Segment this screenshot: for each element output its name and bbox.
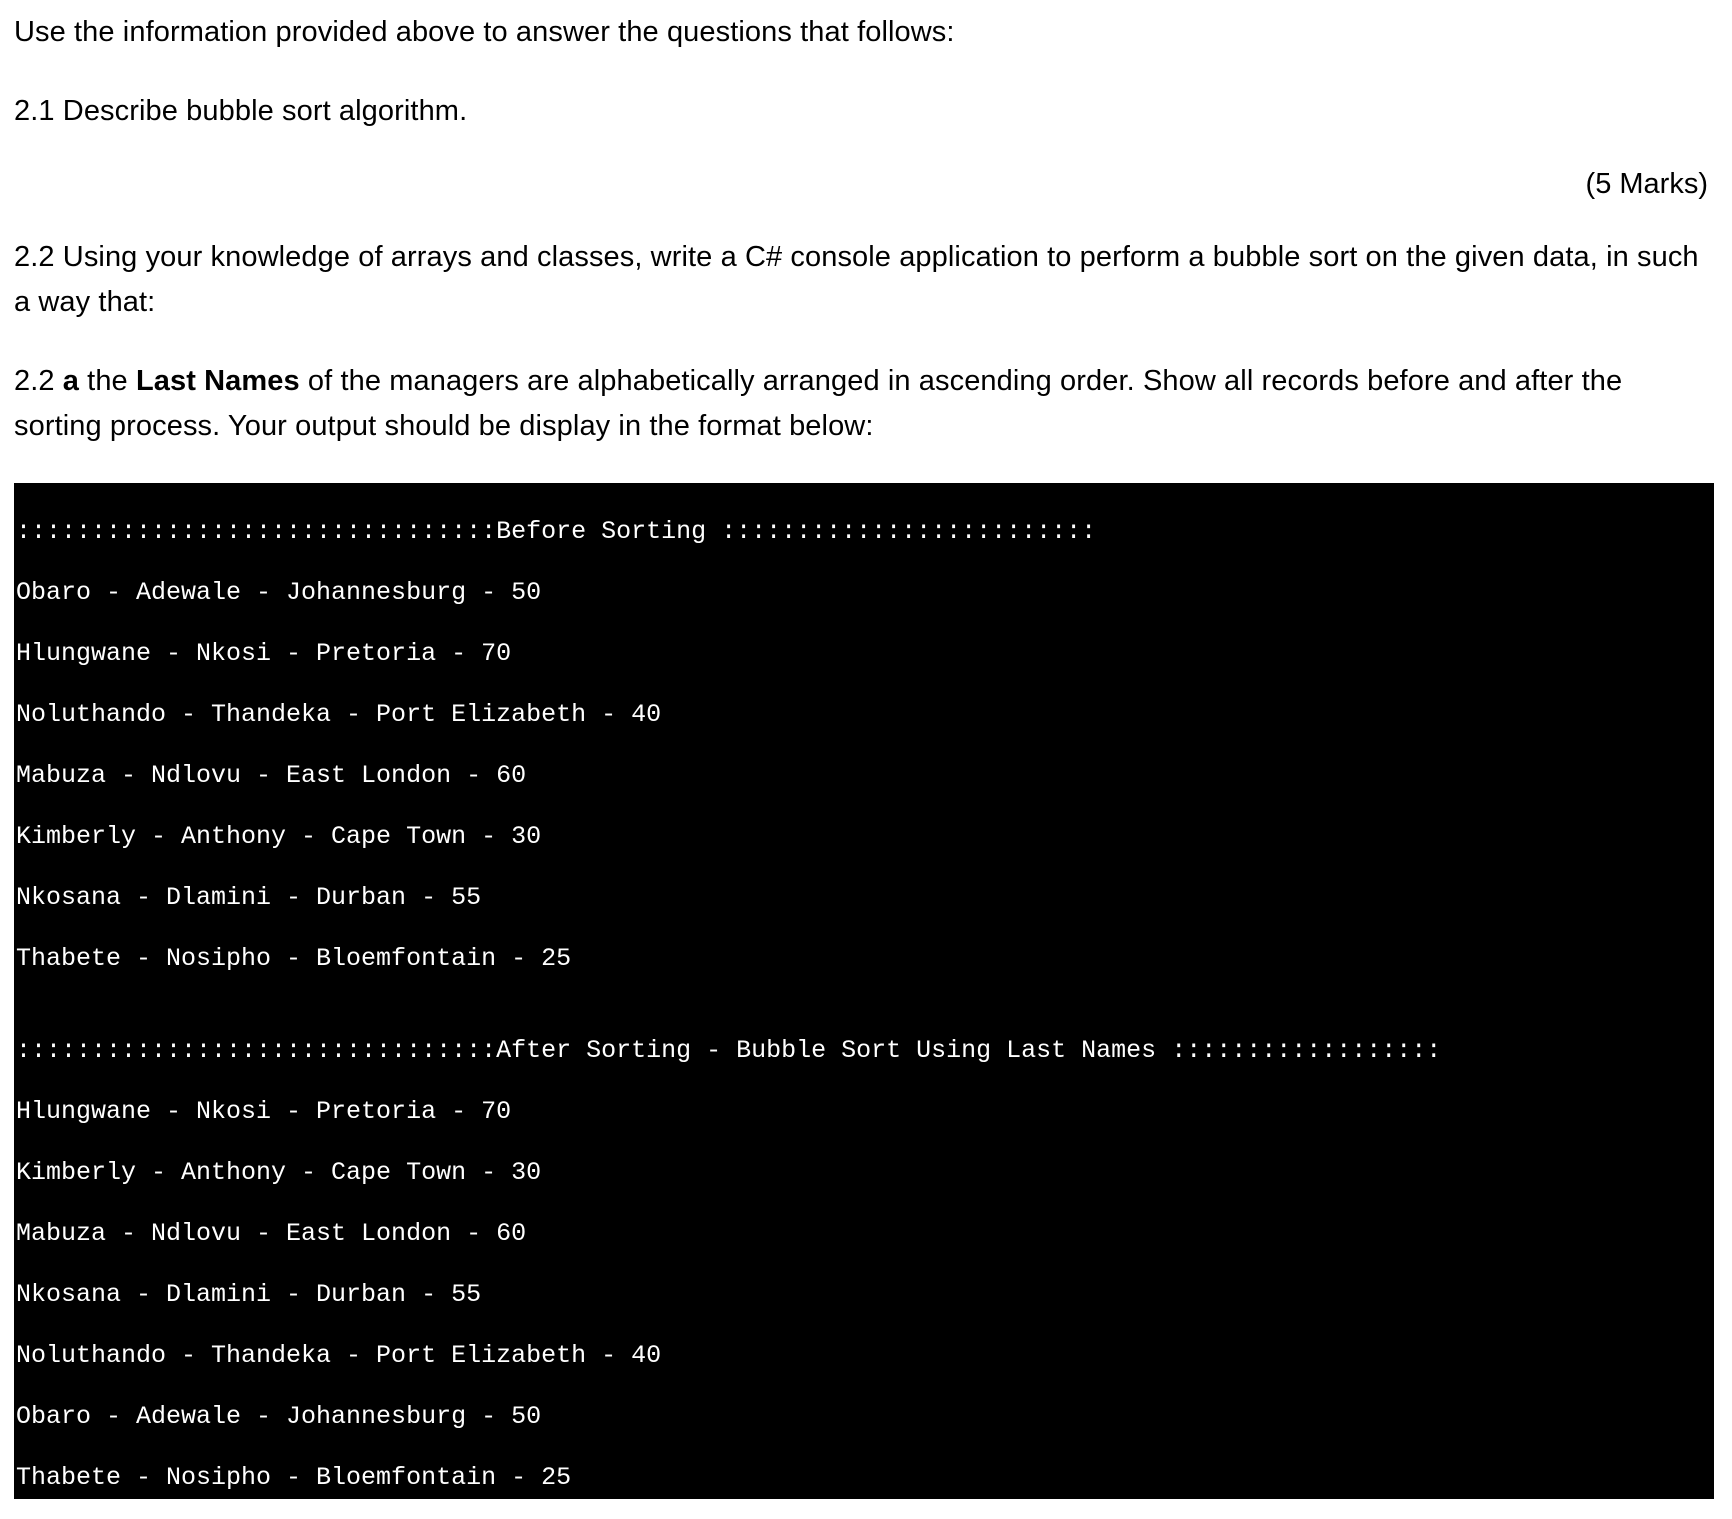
console-before-row: Kimberly - Anthony - Cape Town - 30 [16, 822, 1712, 853]
console-before-row: Hlungwane - Nkosi - Pretoria - 70 [16, 639, 1712, 670]
question-2-2-intro: 2.2 Using your knowledge of arrays and c… [14, 235, 1718, 325]
marks-2-1: (5 Marks) [14, 168, 1708, 201]
console-after-row: Nkosana - Dlamini - Durban - 55 [16, 1280, 1712, 1311]
console-before-row: Noluthando - Thandeka - Port Elizabeth -… [16, 700, 1712, 731]
console-before-row: Thabete - Nosipho - Bloemfontain - 25 [16, 944, 1712, 975]
console-after-row: Thabete - Nosipho - Bloemfontain - 25 [16, 1463, 1712, 1494]
q22a-prefix: 2.2 [14, 365, 63, 397]
console-header-after: ::::::::::::::::::::::::::::::::After So… [16, 1036, 1712, 1067]
console-after-row: Noluthando - Thandeka - Port Elizabeth -… [16, 1341, 1712, 1372]
q22a-letter: a [63, 365, 79, 397]
console-before-row: Mabuza - Ndlovu - East London - 60 [16, 761, 1712, 792]
question-2-1: 2.1 Describe bubble sort algorithm. [14, 89, 1718, 134]
console-header-before: ::::::::::::::::::::::::::::::::Before S… [16, 517, 1712, 548]
console-before-row: Obaro - Adewale - Johannesburg - 50 [16, 578, 1712, 609]
console-before-row: Nkosana - Dlamini - Durban - 55 [16, 883, 1712, 914]
console-after-row: Hlungwane - Nkosi - Pretoria - 70 [16, 1097, 1712, 1128]
console-after-row: Mabuza - Ndlovu - East London - 60 [16, 1219, 1712, 1250]
console-after-row: Kimberly - Anthony - Cape Town - 30 [16, 1158, 1712, 1189]
q22a-mid1: the [79, 365, 136, 397]
question-2-2-a: 2.2 a the Last Names of the managers are… [14, 359, 1718, 449]
console-after-row: Obaro - Adewale - Johannesburg - 50 [16, 1402, 1712, 1433]
page: Use the information provided above to an… [0, 0, 1732, 1519]
q22a-lastnames: Last Names [136, 365, 300, 397]
intro-text: Use the information provided above to an… [14, 10, 1718, 55]
console-output: ::::::::::::::::::::::::::::::::Before S… [14, 483, 1714, 1500]
